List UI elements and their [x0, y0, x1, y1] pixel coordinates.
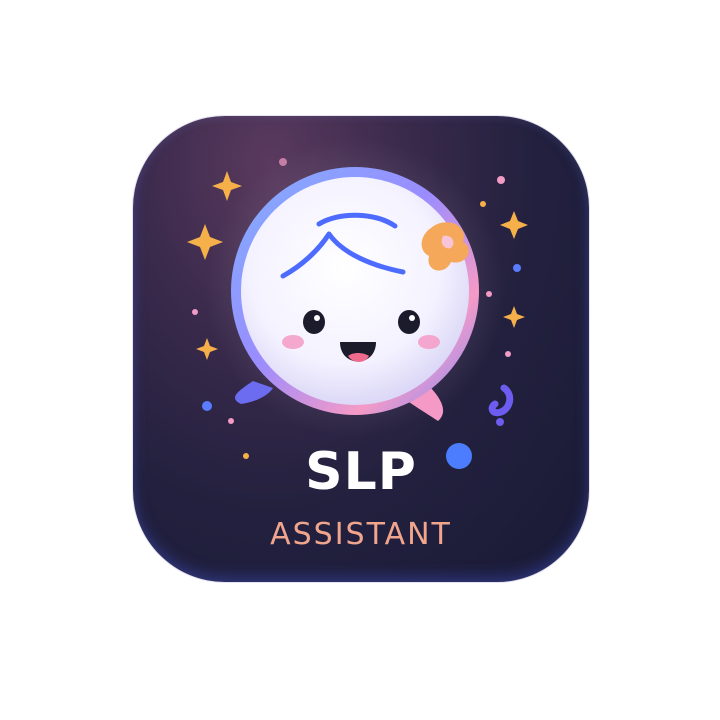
confetti-dot: [192, 309, 198, 315]
left-eye-shine: [314, 315, 320, 321]
app-icon: SLP ASSISTANT: [133, 116, 589, 582]
logo-title: SLP: [305, 442, 417, 502]
confetti-dot: [480, 201, 486, 207]
left-eye-icon: [303, 310, 325, 334]
mascot-illustration: [187, 138, 528, 469]
logo-subtitle: ASSISTANT: [270, 517, 452, 552]
right-eye-icon: [398, 310, 420, 334]
confetti-dot: [505, 351, 511, 357]
confetti-dot: [486, 291, 492, 297]
confetti-dot: [228, 418, 234, 424]
confetti-dot: [279, 158, 287, 166]
sparkle-icon: [503, 306, 525, 328]
confetti-dot: [513, 264, 521, 272]
confetti-dot: [497, 176, 505, 184]
sparkle-icon: [196, 338, 218, 360]
canvas: SLP ASSISTANT: [0, 0, 720, 720]
left-cheek-icon: [282, 335, 304, 349]
right-cheek-icon: [418, 335, 440, 349]
mascot-face: [241, 177, 469, 405]
swirl-icon: [488, 384, 514, 417]
sparkle-icon: [500, 211, 528, 239]
swirl-dot-icon: [496, 418, 504, 426]
confetti-dot: [202, 401, 212, 411]
right-eye-shine: [409, 315, 415, 321]
